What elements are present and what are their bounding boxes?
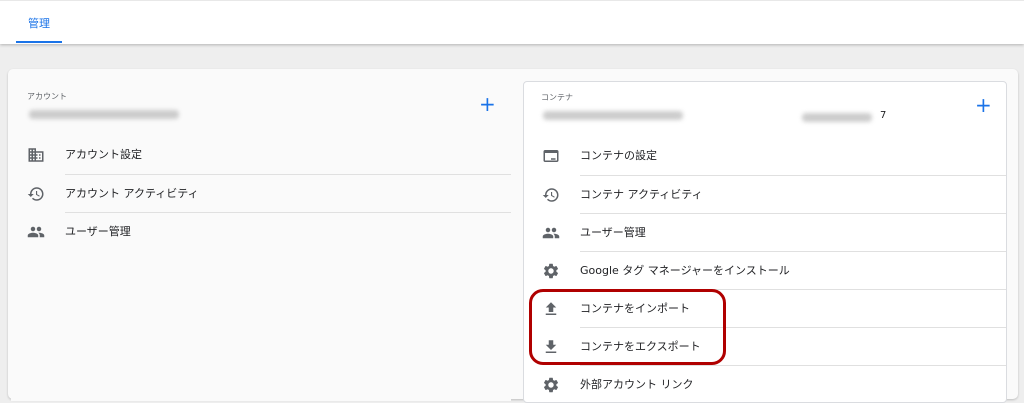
container-name-redacted <box>543 111 683 120</box>
container-settings-icon <box>543 150 559 162</box>
account-section-label: アカウント <box>27 92 67 101</box>
account-panel: アカウント + アカウント設定 アカウント アクティビティ ユーザー管理 <box>11 81 511 401</box>
menu-item-label: ユーザー管理 <box>65 225 131 238</box>
container-id-suffix: 7 <box>880 110 887 121</box>
menu-item-label: Google タグ マネージャーをインストール <box>580 264 790 277</box>
building-icon <box>28 148 44 162</box>
menu-item-label: アカウント アクティビティ <box>65 187 199 200</box>
highlight-annotation <box>529 289 726 365</box>
menu-item-label: コンテナの設定 <box>580 149 657 162</box>
add-container-icon[interactable]: + <box>975 95 992 115</box>
menu-item-install-gtm[interactable]: Google タグ マネージャーをインストール <box>524 252 1006 289</box>
tab-admin[interactable]: 管理 <box>16 7 62 43</box>
menu-item-account-settings[interactable]: アカウント設定 <box>11 136 511 173</box>
tab-active-indicator <box>16 41 62 43</box>
add-account-icon[interactable]: + <box>479 94 496 114</box>
menu-item-label: ユーザー管理 <box>580 226 646 239</box>
menu-item-container-user-management[interactable]: ユーザー管理 <box>524 214 1006 251</box>
menu-item-label: 外部アカウント リンク <box>580 378 694 391</box>
account-name-redacted <box>29 110 179 119</box>
menu-item-label: アカウント設定 <box>65 148 142 161</box>
history-icon <box>542 188 559 202</box>
menu-item-label: コンテナ アクティビティ <box>580 188 703 201</box>
menu-item-external-account-links[interactable]: 外部アカウント リンク <box>524 366 1006 403</box>
people-icon <box>542 227 560 239</box>
menu-item-user-management[interactable]: ユーザー管理 <box>11 213 511 250</box>
container-id-redacted <box>802 113 872 122</box>
top-tab-bar: 管理 <box>0 0 1024 44</box>
gear-icon <box>543 263 559 279</box>
menu-item-container-activity[interactable]: コンテナ アクティビティ <box>524 176 1006 213</box>
tab-admin-label: 管理 <box>28 17 50 30</box>
people-icon <box>27 226 45 238</box>
menu-item-container-settings[interactable]: コンテナの設定 <box>524 137 1006 174</box>
menu-item-account-activity[interactable]: アカウント アクティビティ <box>11 175 511 212</box>
history-icon <box>27 187 44 201</box>
gear-icon <box>543 377 559 393</box>
container-section-label: コンテナ <box>541 93 573 102</box>
